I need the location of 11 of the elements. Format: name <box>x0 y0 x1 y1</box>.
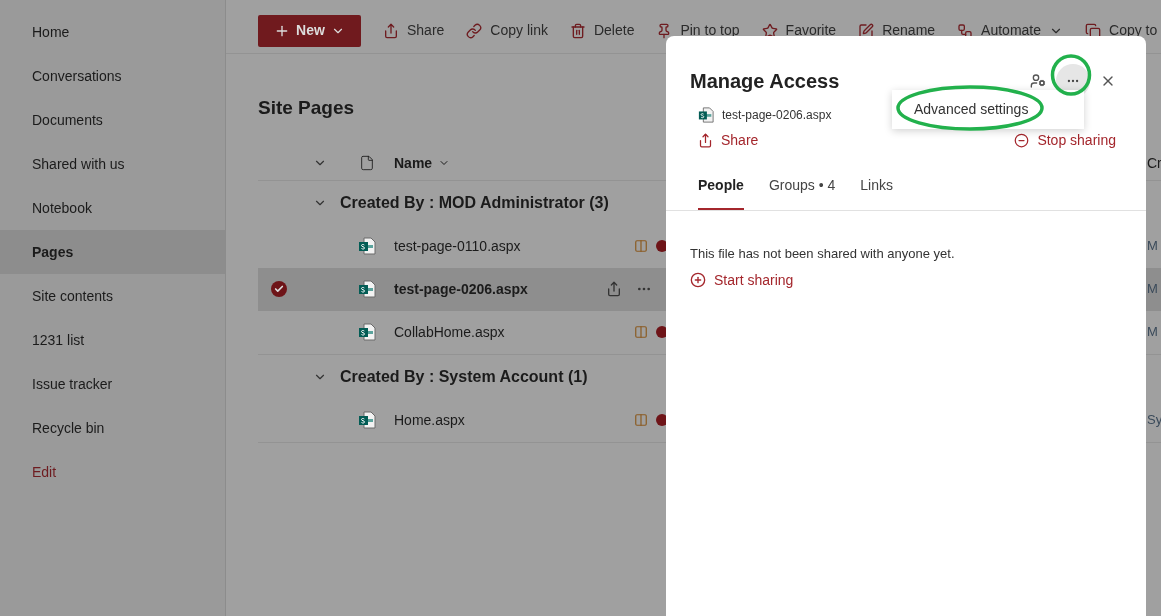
table-cell-text: test-page-0206.aspx <box>394 279 529 299</box>
table-cell-text: M <box>1147 323 1158 342</box>
empty-message: This file has not been shared with anyone yet. <box>689 245 956 263</box>
table-cell-text: M <box>1147 280 1158 299</box>
table-cell-text: Home.aspx <box>394 410 466 430</box>
table-cell-text: test-page-0110.aspx <box>394 236 522 256</box>
panel-title: Manage Access <box>690 69 840 94</box>
table-cell-text: CollabHome.aspx <box>394 322 506 342</box>
file-name: test-page-0206.aspx <box>722 107 832 124</box>
table-cell-text: M <box>1147 237 1158 256</box>
page-title: Site Pages <box>258 96 355 120</box>
